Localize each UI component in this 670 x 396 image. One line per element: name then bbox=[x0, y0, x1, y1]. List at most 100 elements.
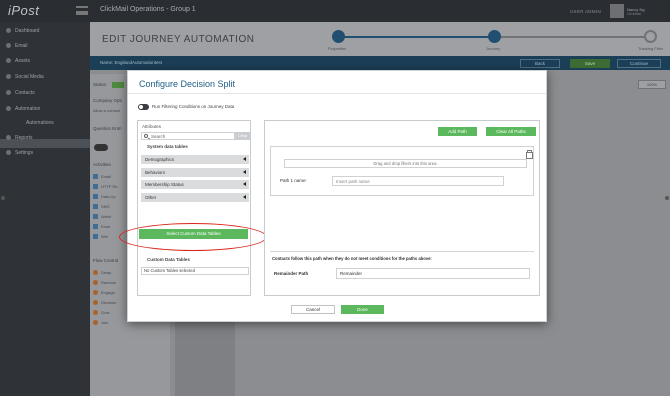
attribute-search bbox=[141, 132, 235, 140]
dashboard-icon bbox=[6, 28, 11, 34]
attributes-title: Attributes bbox=[142, 124, 162, 129]
continue-button[interactable]: Continue bbox=[617, 59, 661, 68]
activity-wel[interactable]: Wel bbox=[93, 234, 108, 240]
zoom-select[interactable]: 100% bbox=[638, 80, 666, 89]
company-select[interactable]: Allow a contact bbox=[93, 108, 120, 113]
wizard-progress-done bbox=[338, 36, 494, 38]
entry-toggle[interactable] bbox=[94, 144, 108, 151]
sidebar-item-email[interactable]: Email bbox=[6, 43, 28, 49]
screen: iPost ClickMail Operations - Group 1 USE… bbox=[0, 0, 670, 396]
path-name-label: Path 1 name: bbox=[280, 178, 307, 183]
flow-engage[interactable]: Engage bbox=[93, 290, 115, 296]
page-title: EDIT JOURNEY AUTOMATION bbox=[102, 34, 255, 45]
path-name-input[interactable] bbox=[332, 176, 504, 186]
remainder-path-label: Remainder Path bbox=[274, 271, 309, 276]
join-icon bbox=[93, 320, 98, 326]
edge-marker-right bbox=[665, 196, 669, 200]
org-title: ClickMail Operations - Group 1 bbox=[100, 6, 196, 13]
category-behaviors[interactable]: Behaviors bbox=[141, 168, 249, 177]
sidebar-item-automations[interactable]: Automations bbox=[26, 120, 54, 126]
activity-webhook[interactable]: Webh bbox=[93, 214, 111, 220]
wel-activity-icon bbox=[93, 234, 98, 240]
clear-all-paths-button[interactable]: Clear All Paths bbox=[486, 127, 536, 136]
email-icon bbox=[6, 43, 11, 49]
status-badge bbox=[112, 82, 124, 88]
avatar[interactable] bbox=[610, 4, 624, 18]
cancel-button[interactable]: Cancel bbox=[291, 305, 335, 314]
custom-tables-heading: Custom Data Tables bbox=[147, 257, 190, 262]
clear-search-button[interactable]: Clear bbox=[235, 132, 250, 140]
page-header: EDIT JOURNEY AUTOMATION Properties Journ… bbox=[90, 22, 670, 56]
sidebar-item-settings[interactable]: Settings bbox=[6, 150, 33, 156]
annotation-highlight-ellipse bbox=[119, 223, 267, 251]
modal-title: Configure Decision Split bbox=[139, 79, 236, 89]
top-bar: iPost ClickMail Operations - Group 1 USE… bbox=[0, 0, 670, 22]
flow-random[interactable]: Random bbox=[93, 280, 116, 286]
category-membership-status[interactable]: Membership Status bbox=[141, 180, 249, 189]
sidebar-item-social[interactable]: Social Media bbox=[6, 74, 44, 80]
http-activity-icon bbox=[93, 184, 98, 190]
attributes-panel: Attributes Clear System data tables Demo… bbox=[137, 120, 251, 296]
activity-emal[interactable]: Emal bbox=[93, 224, 110, 230]
sidebar-item-contacts[interactable]: Contacts bbox=[6, 90, 35, 96]
search-icon bbox=[144, 134, 148, 138]
done-button[interactable]: Done bbox=[341, 305, 384, 314]
attribute-search-input[interactable] bbox=[151, 133, 233, 139]
question-label: Question Entri bbox=[93, 126, 122, 131]
remainder-path-input[interactable] bbox=[336, 268, 530, 279]
activity-http[interactable]: HTTP Re bbox=[93, 184, 118, 190]
data-activity-icon bbox=[93, 194, 98, 200]
menu-icon[interactable] bbox=[76, 6, 88, 15]
step-journey-dot[interactable] bbox=[488, 30, 501, 43]
decision-icon bbox=[93, 300, 98, 306]
configure-decision-split-modal: Configure Decision Split Run Filtering C… bbox=[119, 70, 547, 322]
path-1-card: Drag and drop filters into this area. Pa… bbox=[270, 146, 534, 196]
step-tracking-dot[interactable] bbox=[644, 30, 657, 43]
add-path-button[interactable]: Add Path bbox=[438, 127, 477, 136]
sidebar-item-automation[interactable]: Automation bbox=[6, 106, 40, 112]
filter-drop-zone[interactable]: Drag and drop filters into this area. bbox=[284, 159, 527, 168]
sidebar-item-dashboard[interactable]: Dashboard bbox=[6, 28, 39, 34]
flow-join[interactable]: Join bbox=[93, 320, 108, 326]
custom-tables-list: No Custom Tables selected bbox=[141, 267, 249, 275]
goal-icon bbox=[93, 310, 98, 316]
assets-icon bbox=[6, 58, 11, 64]
system-tables-heading: System data tables bbox=[147, 144, 188, 149]
step-journey-label: Journey bbox=[486, 46, 501, 51]
back-button[interactable]: Back bbox=[520, 59, 560, 68]
journey-name: Name: EngilandAutomationtest bbox=[100, 60, 163, 65]
delay-icon bbox=[93, 270, 98, 276]
company-label: Company Opti bbox=[93, 98, 122, 103]
save-button[interactable]: Save bbox=[570, 59, 610, 68]
flow-goal[interactable]: Goal bbox=[93, 310, 109, 316]
category-other[interactable]: Other bbox=[141, 193, 249, 202]
copy-icon[interactable] bbox=[526, 150, 533, 159]
journey-name-bar: Name: EngilandAutomationtest Back Save C… bbox=[90, 56, 670, 70]
automation-icon bbox=[6, 106, 11, 112]
caret-left-icon bbox=[243, 182, 246, 186]
remainder-note: Contacts follow this path when they do n… bbox=[272, 256, 432, 261]
step-tracking-label: Tracking Filter bbox=[638, 46, 664, 51]
sidebar-item-reports[interactable]: Reports bbox=[6, 135, 33, 141]
caret-left-icon bbox=[243, 170, 246, 174]
paths-separator bbox=[270, 251, 534, 252]
activity-sms[interactable]: SMS bbox=[93, 204, 110, 210]
modal-divider bbox=[128, 93, 546, 94]
user-admin-link[interactable]: USER ADMIN bbox=[570, 9, 601, 14]
random-icon bbox=[93, 280, 98, 286]
app-logo: iPost bbox=[8, 3, 40, 18]
paths-panel: Add Path Clear All Paths Drag and drop f… bbox=[264, 120, 540, 296]
step-properties-label: Properties bbox=[328, 46, 347, 51]
sidebar-item-assets[interactable]: Assets bbox=[6, 58, 30, 64]
activity-data-update[interactable]: Data Up bbox=[93, 194, 116, 200]
user-company: ClickMail bbox=[627, 12, 641, 16]
category-demographics[interactable]: Demographics bbox=[141, 155, 249, 164]
caret-left-icon bbox=[243, 195, 246, 199]
flow-decision[interactable]: Decision bbox=[93, 300, 116, 306]
activity-email[interactable]: Email bbox=[93, 174, 111, 180]
caret-left-icon bbox=[243, 157, 246, 161]
email-activity-icon bbox=[93, 174, 98, 180]
step-properties-dot[interactable] bbox=[332, 30, 345, 43]
filter-journey-toggle[interactable] bbox=[138, 104, 149, 110]
flow-delay[interactable]: Delay bbox=[93, 270, 111, 276]
